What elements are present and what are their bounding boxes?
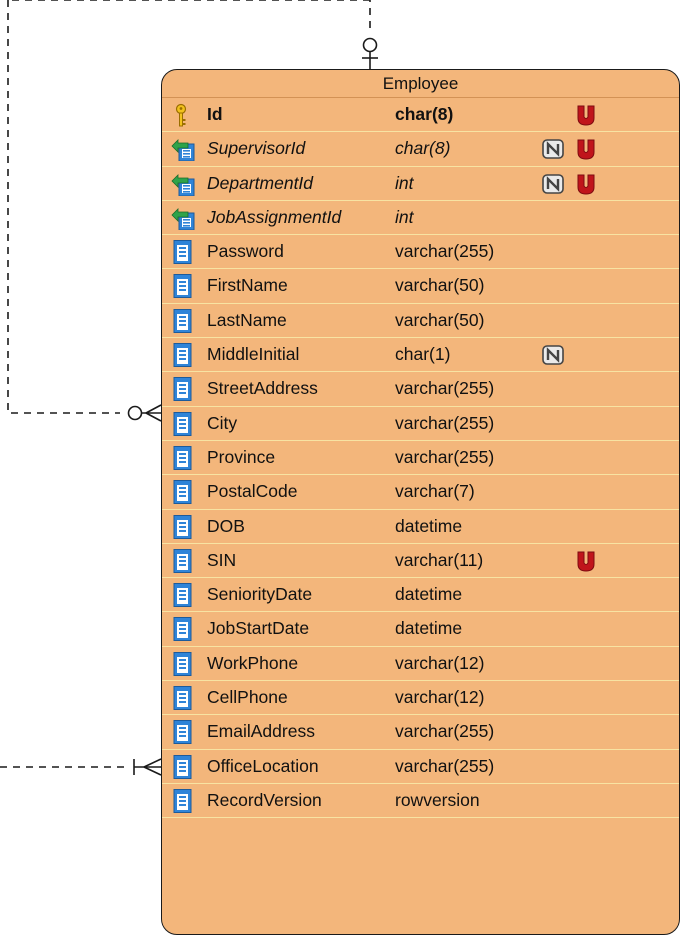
nullable-n-icon bbox=[542, 173, 564, 194]
column-type: char(1) bbox=[395, 344, 451, 365]
column-icon bbox=[170, 754, 198, 779]
employee-entity[interactable]: Employee Id char(8) SupervisorId char(8) Dep… bbox=[161, 69, 680, 935]
column-row-password[interactable]: Password varchar(255) bbox=[162, 235, 679, 270]
column-name: City bbox=[207, 412, 238, 433]
column-icon bbox=[170, 308, 198, 333]
column-name: Province bbox=[207, 446, 276, 467]
column-type: char(8) bbox=[395, 138, 451, 159]
column-name: SeniorityDate bbox=[207, 584, 313, 605]
nullable-n-icon bbox=[542, 345, 564, 365]
column-type: varchar(12) bbox=[395, 652, 485, 673]
column-row-departmentid[interactable]: DepartmentId int bbox=[162, 167, 679, 201]
column-icon bbox=[170, 343, 198, 368]
column-row-lastname[interactable]: LastName varchar(50) bbox=[162, 304, 679, 339]
column-name: JobStartDate bbox=[207, 618, 310, 639]
column-row-sin[interactable]: SIN varchar(11) bbox=[162, 544, 679, 579]
column-name: SIN bbox=[207, 549, 237, 570]
column-name: DepartmentId bbox=[207, 172, 314, 193]
column-name: WorkPhone bbox=[207, 652, 299, 673]
column-type: datetime bbox=[395, 515, 463, 536]
column-type: varchar(255) bbox=[395, 446, 495, 467]
column-icon bbox=[170, 583, 198, 608]
office-location-connector[interactable] bbox=[0, 758, 162, 776]
column-type: datetime bbox=[395, 584, 463, 605]
column-row-streetaddress[interactable]: StreetAddress varchar(255) bbox=[162, 372, 679, 407]
column-row-middleinitial[interactable]: MiddleInitial char(1) bbox=[162, 338, 679, 373]
column-type: int bbox=[395, 172, 414, 193]
column-name: EmailAddress bbox=[207, 721, 315, 742]
column-icon bbox=[170, 411, 198, 436]
column-type: varchar(7) bbox=[395, 481, 475, 502]
unique-u-icon bbox=[576, 550, 596, 572]
foreign-key-column-icon bbox=[170, 172, 198, 197]
column-row-dob[interactable]: DOB datetime bbox=[162, 510, 679, 544]
column-type: char(8) bbox=[395, 104, 454, 124]
column-name: JobAssignmentId bbox=[207, 206, 342, 227]
column-row-city[interactable]: City varchar(255) bbox=[162, 407, 679, 441]
column-name: PostalCode bbox=[207, 481, 298, 502]
column-row-jobassignmentid[interactable]: JobAssignmentId int bbox=[162, 201, 679, 236]
column-type: varchar(255) bbox=[395, 412, 495, 433]
column-name: CellPhone bbox=[207, 687, 288, 708]
key-icon bbox=[170, 103, 198, 127]
unique-u-icon bbox=[576, 138, 596, 160]
column-row-jobstartdate[interactable]: JobStartDate datetime bbox=[162, 612, 679, 647]
column-row-officelocation[interactable]: OfficeLocation varchar(255) bbox=[162, 750, 679, 784]
column-type: varchar(50) bbox=[395, 309, 485, 330]
column-name: StreetAddress bbox=[207, 378, 318, 399]
column-type: int bbox=[395, 206, 414, 227]
column-name: DOB bbox=[207, 515, 245, 536]
column-icon bbox=[170, 617, 198, 642]
foreign-key-column-icon bbox=[170, 206, 198, 231]
column-list: Id char(8) SupervisorId char(8) DepartmentId… bbox=[162, 98, 679, 819]
entity-title: Employee bbox=[162, 70, 679, 98]
column-name: Password bbox=[207, 241, 284, 262]
column-type: varchar(50) bbox=[395, 275, 485, 296]
column-row-province[interactable]: Province varchar(255) bbox=[162, 441, 679, 476]
column-type: varchar(255) bbox=[395, 241, 495, 262]
column-type: varchar(255) bbox=[395, 721, 495, 742]
column-icon bbox=[170, 651, 198, 676]
column-icon bbox=[170, 788, 198, 813]
column-type: rowversion bbox=[395, 789, 480, 810]
column-row-recordversion[interactable]: RecordVersion rowversion bbox=[162, 784, 679, 819]
column-row-id[interactable]: Id char(8) bbox=[162, 98, 679, 133]
column-icon bbox=[170, 445, 198, 470]
column-name: LastName bbox=[207, 309, 287, 330]
unique-u-icon bbox=[576, 173, 596, 195]
column-name: MiddleInitial bbox=[207, 344, 300, 365]
column-row-cellphone[interactable]: CellPhone varchar(12) bbox=[162, 681, 679, 716]
column-icon bbox=[170, 514, 198, 539]
foreign-key-column-icon bbox=[170, 137, 198, 162]
column-icon bbox=[170, 274, 198, 299]
column-icon bbox=[170, 480, 198, 505]
column-type: datetime bbox=[395, 618, 463, 639]
column-row-supervisorid[interactable]: SupervisorId char(8) bbox=[162, 132, 679, 167]
column-type: varchar(12) bbox=[395, 687, 485, 708]
column-icon bbox=[170, 720, 198, 745]
column-icon bbox=[170, 240, 198, 265]
column-name: FirstName bbox=[207, 275, 288, 296]
column-type: varchar(255) bbox=[395, 755, 495, 776]
column-row-postalcode[interactable]: PostalCode varchar(7) bbox=[162, 475, 679, 510]
column-icon bbox=[170, 377, 198, 402]
column-type: varchar(255) bbox=[395, 378, 495, 399]
column-name: Id bbox=[207, 104, 223, 124]
column-row-firstname[interactable]: FirstName varchar(50) bbox=[162, 269, 679, 304]
column-row-emailaddress[interactable]: EmailAddress varchar(255) bbox=[162, 715, 679, 750]
column-icon bbox=[170, 686, 198, 711]
nullable-n-icon bbox=[542, 139, 564, 160]
column-row-workphone[interactable]: WorkPhone varchar(12) bbox=[162, 647, 679, 682]
column-icon bbox=[170, 548, 198, 573]
column-row-senioritydate[interactable]: SeniorityDate datetime bbox=[162, 578, 679, 613]
column-name: RecordVersion bbox=[207, 789, 322, 810]
column-name: SupervisorId bbox=[207, 138, 306, 159]
column-name: OfficeLocation bbox=[207, 755, 319, 776]
unique-u-icon bbox=[576, 104, 596, 126]
column-type: varchar(11) bbox=[395, 549, 484, 570]
